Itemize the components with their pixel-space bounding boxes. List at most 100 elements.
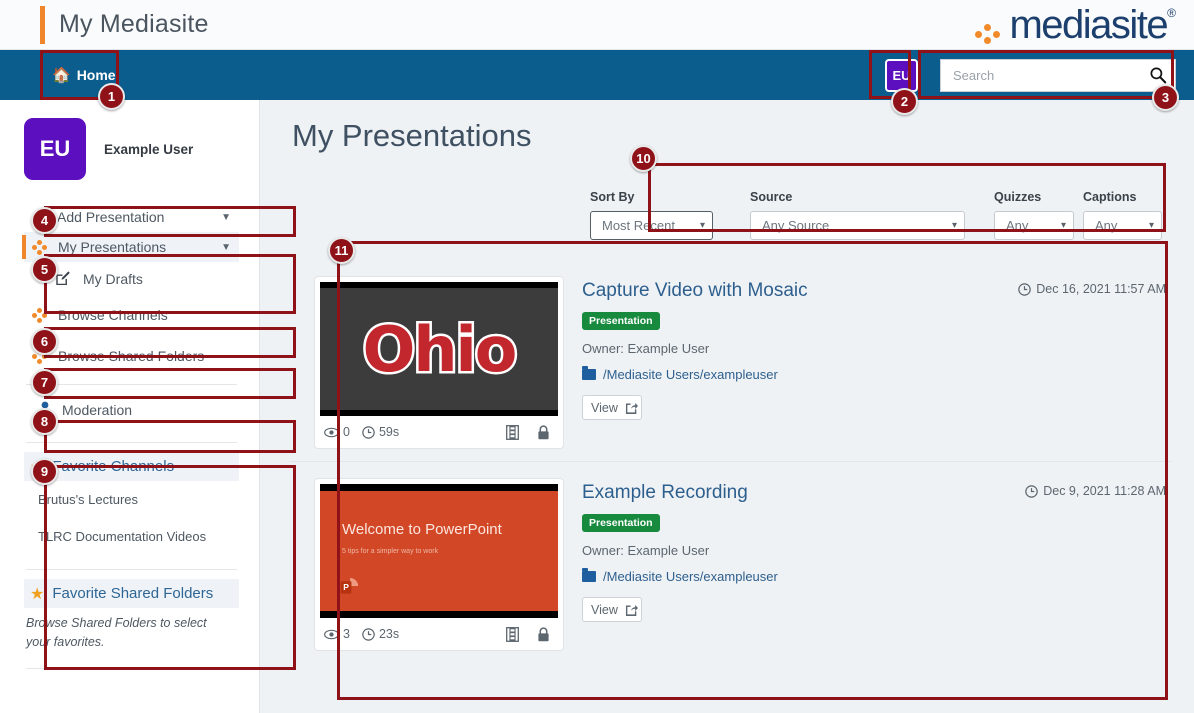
logo-wordmark: mediasite (1009, 2, 1168, 47)
mediasite-logo: mediasite® (973, 2, 1176, 47)
chevron-down-icon: ▾ (699, 220, 705, 231)
duration: 59s (362, 425, 399, 439)
title-bar: My Mediasite mediasite® (0, 0, 1194, 50)
sidebar-item-browse-channels[interactable]: Browse Channels (24, 300, 239, 330)
chevron-down-icon[interactable]: ▼ (221, 242, 231, 253)
sidebar-item-label: Add Presentation (57, 209, 165, 225)
result-owner: Owner: Example User (582, 543, 710, 558)
sort-by-value: Most Recent (602, 218, 675, 233)
thumbnail-meta-left: 3 23s (324, 627, 399, 641)
view-button-label: View (591, 602, 618, 617)
filter-label: Captions (1083, 190, 1137, 204)
page-title-app: My Mediasite (59, 10, 209, 38)
sidebar-favorite-shared-folders-heading[interactable]: ★ Favorite Shared Folders (24, 579, 239, 608)
folder-icon (582, 366, 596, 380)
filter-bar: Sort By Most Recent ▾ Source Any Source … (578, 184, 1172, 248)
result-path[interactable]: /Mediasite Users/exampleuser (582, 568, 1172, 584)
nav-home-label: Home (76, 67, 116, 83)
lock-icon (538, 424, 549, 439)
sidebar-item-my-presentations[interactable]: My Presentations ▼ (22, 232, 239, 262)
film-icon (506, 626, 519, 642)
favorite-channel-item[interactable]: Brutus's Lectures (24, 481, 239, 518)
sidebar-user-name: Example User (104, 141, 194, 157)
quizzes-select[interactable]: Any ▾ (994, 211, 1074, 240)
annotation-number-4: 4 (31, 207, 58, 234)
search-box[interactable] (940, 58, 1176, 92)
captions-value: Any (1095, 218, 1118, 233)
thumbnail-card[interactable]: Welcome to PowerPoint 5 tips for a simpl… (314, 478, 564, 651)
sidebar-item-label: Browse Channels (58, 307, 168, 323)
result-path[interactable]: /Mediasite Users/exampleuser (582, 366, 1172, 382)
view-count-value: 0 (343, 425, 350, 439)
view-count: 3 (324, 627, 350, 641)
result-date-value: Dec 9, 2021 11:28 AM (1043, 484, 1166, 498)
view-button[interactable]: View (582, 597, 642, 622)
thumbnail-subcaption: 5 tips for a simpler way to work (342, 548, 439, 555)
mediasite-dots-icon (32, 307, 49, 323)
search-icon[interactable] (1149, 66, 1167, 84)
filter-label: Sort By (590, 190, 635, 204)
result-date: Dec 16, 2021 11:57 AM (1018, 282, 1166, 296)
captions-select[interactable]: Any ▾ (1083, 211, 1162, 240)
annotation-number-7: 7 (31, 369, 58, 396)
search-input[interactable] (951, 66, 1149, 84)
thumbnail-caption: Welcome to PowerPoint (342, 521, 502, 538)
view-button[interactable]: View (582, 395, 642, 420)
result-info: Dec 16, 2021 11:57 AM Capture Video with… (582, 276, 1172, 449)
clock-icon (362, 627, 375, 641)
filter-label: Quizzes (994, 190, 1042, 204)
source-value: Any Source (762, 218, 830, 233)
page-title: My Presentations (292, 118, 532, 153)
thumbnail-meta-right (506, 424, 552, 440)
mediasite-dots-icon (973, 20, 1007, 44)
mediasite-dots-icon (32, 239, 49, 255)
filter-group-sort-by: Sort By Most Recent ▾ (590, 190, 713, 240)
result-item[interactable]: Ohio 0 59s Dec 16, 2021 11:57 AM Capture… (290, 266, 1172, 462)
sidebar-item-label: Moderation (62, 402, 133, 418)
annotation-number-6: 6 (31, 328, 58, 355)
thumbnail-card[interactable]: Ohio 0 59s (314, 276, 564, 449)
thumbnail-image[interactable]: Welcome to PowerPoint 5 tips for a simpl… (320, 484, 558, 618)
chevron-down-icon: ▾ (1060, 220, 1066, 231)
annotation-number-3: 3 (1152, 84, 1179, 111)
favorite-shared-folders-note: Browse Shared Folders to select your fav… (26, 616, 207, 649)
result-date-value: Dec 16, 2021 11:57 AM (1036, 282, 1166, 296)
main-panel: My Presentations Sort By Most Recent ▾ S… (260, 100, 1194, 713)
result-item[interactable]: Welcome to PowerPoint 5 tips for a simpl… (290, 468, 1172, 663)
sort-by-select[interactable]: Most Recent ▾ (590, 211, 713, 240)
logo-registered-mark: ® (1167, 5, 1176, 20)
filter-label: Source (750, 190, 793, 204)
thumbnail-meta-right (506, 626, 552, 642)
navbar-right: EU (885, 58, 1176, 92)
sidebar-item-label: Browse Shared Folders (58, 348, 205, 364)
sidebar-item-label: My Presentations (58, 239, 167, 255)
favorite-channel-item[interactable]: TLRC Documentation Videos (24, 518, 239, 555)
result-owner: Owner: Example User (582, 341, 710, 356)
title-accent-bar (40, 5, 45, 44)
view-count-value: 3 (343, 627, 350, 641)
annotation-number-2: 2 (891, 88, 918, 115)
sidebar-divider (26, 442, 237, 443)
result-path-value: /Mediasite Users/exampleuser (603, 569, 778, 584)
thumbnail-meta: 0 59s (320, 416, 558, 448)
thumbnail-meta: 3 23s (320, 618, 558, 650)
sidebar-item-label: My Drafts (83, 271, 143, 287)
eye-icon (324, 629, 339, 639)
lock-icon (538, 626, 549, 641)
source-select[interactable]: Any Source ▾ (750, 211, 965, 240)
user-account-button[interactable]: EU (885, 58, 918, 92)
content-area: EU Example User ➕ Add Presentation ▼ My … (0, 100, 1194, 713)
sidebar-divider (26, 569, 237, 570)
thumbnail-image[interactable]: Ohio (320, 282, 558, 416)
sidebar: EU Example User ➕ Add Presentation ▼ My … (0, 100, 260, 713)
thumbnail-meta-left: 0 59s (324, 425, 399, 439)
eye-icon (324, 427, 339, 437)
sidebar-user-row: EU Example User (24, 118, 239, 180)
chevron-down-icon[interactable]: ▼ (221, 212, 231, 223)
clock-icon (1025, 484, 1038, 498)
result-date: Dec 9, 2021 11:28 AM (1025, 484, 1166, 498)
external-link-icon (625, 604, 638, 616)
duration-value: 23s (378, 627, 400, 641)
view-count: 0 (324, 425, 350, 439)
folder-icon (582, 568, 596, 582)
